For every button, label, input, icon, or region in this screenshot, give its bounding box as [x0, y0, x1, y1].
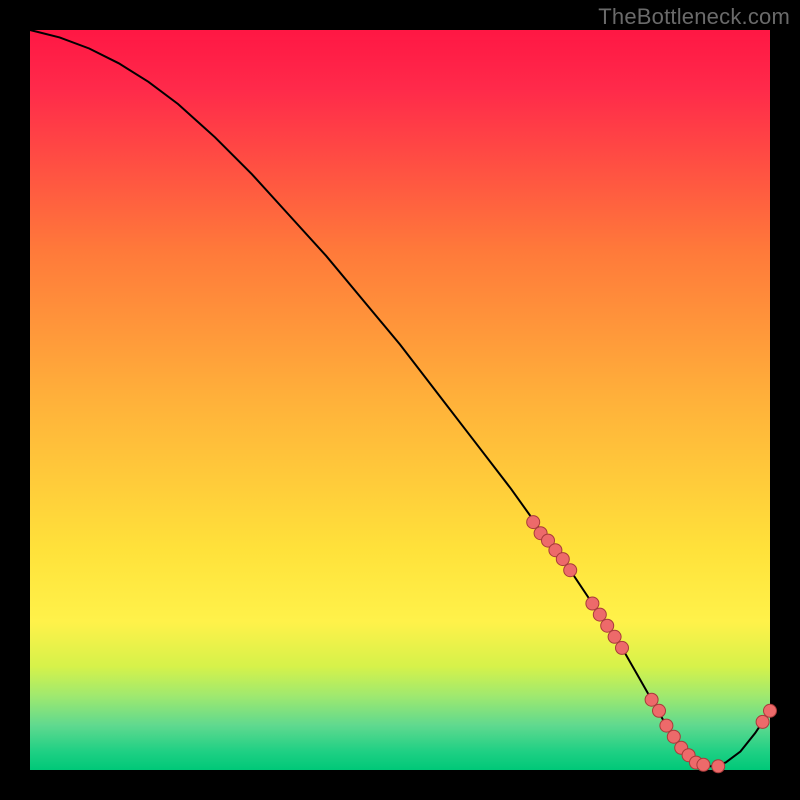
bottleneck-chart [0, 0, 800, 800]
data-point [601, 619, 614, 632]
data-point [608, 630, 621, 643]
data-point [564, 564, 577, 577]
data-point [697, 758, 710, 771]
data-point [586, 597, 599, 610]
data-point [527, 516, 540, 529]
data-point [660, 719, 673, 732]
data-point [756, 715, 769, 728]
data-point [616, 641, 629, 654]
plot-gradient-area [30, 30, 770, 770]
data-point [653, 704, 666, 717]
data-point [712, 760, 725, 773]
chart-stage: TheBottleneck.com [0, 0, 800, 800]
data-point [556, 553, 569, 566]
data-point [645, 693, 658, 706]
data-point [667, 730, 680, 743]
data-point [764, 704, 777, 717]
data-point [593, 608, 606, 621]
